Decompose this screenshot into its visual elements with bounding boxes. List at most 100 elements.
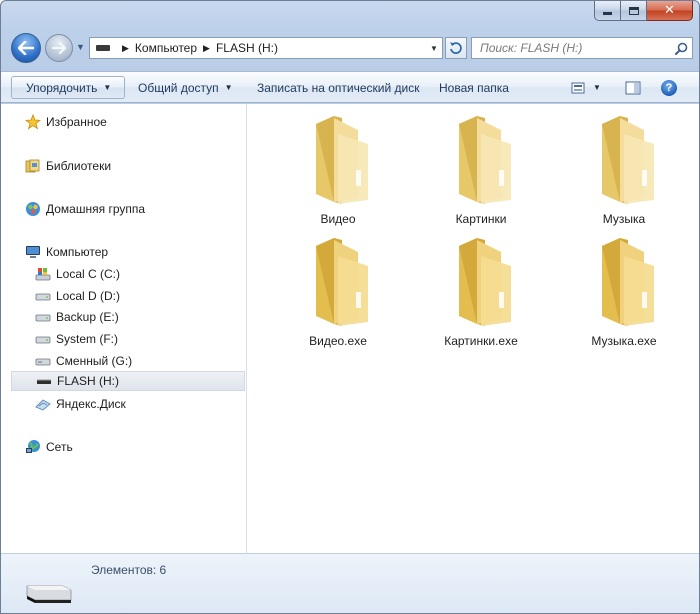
caption-buttons: ✕	[594, 1, 693, 21]
sidebar-item-label: Домашняя группа	[46, 202, 146, 216]
preview-pane-icon	[625, 81, 641, 94]
share-label: Общий доступ	[138, 80, 219, 95]
address-bar[interactable]: ▶ Компьютер ▶ FLASH (H:) ▼	[89, 37, 443, 59]
organize-button[interactable]: Упорядочить ▼	[11, 76, 126, 99]
folder-item-video-exe[interactable]: Видео.exe	[278, 232, 398, 352]
drive-icon	[35, 288, 51, 304]
sidebar-item-label: Яндекс.Диск	[56, 397, 126, 411]
removable-drive-icon	[35, 353, 51, 369]
search-input[interactable]	[472, 39, 670, 57]
maximize-button[interactable]	[621, 1, 647, 21]
sidebar-item-libraries[interactable]: Библиотеки	[25, 156, 245, 176]
file-name: Музыка.exe	[591, 334, 657, 348]
navigation-bar: ▼ ▶ Компьютер ▶ FLASH (H:) ▼	[9, 33, 693, 63]
refresh-button[interactable]	[445, 37, 467, 59]
sidebar-item-drive-e[interactable]: Backup (E:)	[35, 307, 245, 327]
sidebar-item-drive-h[interactable]: FLASH (H:)	[11, 371, 245, 391]
drive-icon	[96, 45, 110, 51]
arrow-right-icon	[52, 42, 66, 54]
computer-icon	[25, 244, 41, 260]
sidebar-item-drive-d[interactable]: Local D (D:)	[35, 286, 245, 306]
folder-item-pictures[interactable]: Картинки	[421, 110, 541, 230]
folder-icon	[602, 116, 654, 204]
file-list[interactable]: Видео Картинки Музыка Видео.exe Картинки…	[248, 104, 699, 553]
minimize-icon	[603, 12, 612, 15]
file-name: Видео	[320, 212, 356, 226]
maximize-icon	[628, 6, 639, 15]
folder-icon	[316, 238, 368, 326]
file-name: Картинки.exe	[444, 334, 518, 348]
usb-drive-icon	[26, 585, 72, 603]
folder-icon	[459, 238, 511, 326]
navigation-pane[interactable]: Избранное Библиотеки Домашняя группа Ком…	[1, 104, 247, 553]
sidebar-item-drive-f[interactable]: System (F:)	[35, 329, 245, 349]
new-folder-button[interactable]: Новая папка	[429, 76, 519, 99]
change-view-button[interactable]: ▼	[567, 76, 605, 99]
burn-disc-button[interactable]: Записать на оптический диск	[247, 76, 430, 99]
breadcrumb-separator-icon[interactable]: ▶	[203, 43, 210, 54]
close-icon: ✕	[664, 3, 675, 18]
history-dropdown-icon[interactable]: ▼	[76, 42, 85, 52]
file-name: Видео.exe	[309, 334, 367, 348]
usb-drive-icon	[36, 373, 52, 389]
sidebar-item-favorites[interactable]: Избранное	[25, 112, 245, 132]
search-icon[interactable]	[670, 38, 692, 58]
details-pane: Элементов: 6	[1, 553, 699, 613]
back-button[interactable]	[11, 33, 41, 63]
breadcrumb-separator-icon[interactable]: ▶	[122, 43, 129, 54]
sidebar-item-label: Local C (C:)	[56, 267, 121, 281]
folder-item-music-exe[interactable]: Музыка.exe	[564, 232, 684, 352]
preview-pane-button[interactable]	[621, 76, 645, 99]
libraries-icon	[25, 158, 41, 174]
organize-label: Упорядочить	[26, 80, 98, 95]
homegroup-icon	[25, 201, 41, 217]
system-drive-icon	[35, 266, 51, 282]
view-icon	[571, 82, 585, 93]
sidebar-item-label: Избранное	[46, 115, 107, 129]
explorer-window: ✕ ▼ ▶ Компьютер ▶ FLASH (H:) ▼ Поиск: FL…	[0, 0, 700, 614]
sidebar-item-label: FLASH (H:)	[57, 374, 120, 388]
drive-icon	[35, 309, 51, 325]
sidebar-item-drive-g[interactable]: Сменный (G:)	[35, 351, 245, 371]
search-box[interactable]	[471, 37, 693, 59]
chevron-down-icon: ▼	[103, 83, 112, 92]
help-button[interactable]: ?	[657, 76, 681, 99]
close-button[interactable]: ✕	[647, 1, 693, 21]
breadcrumb-computer[interactable]: Компьютер	[135, 41, 197, 55]
help-icon: ?	[661, 79, 677, 96]
folder-item-pictures-exe[interactable]: Картинки.exe	[421, 232, 541, 352]
sidebar-item-homegroup[interactable]: Домашняя группа	[25, 199, 245, 219]
sidebar-item-computer[interactable]: Компьютер	[25, 242, 245, 262]
refresh-icon	[450, 42, 462, 54]
sidebar-item-label: Backup (E:)	[56, 310, 119, 324]
items-count: Элементов: 6	[91, 563, 167, 577]
folder-icon	[316, 116, 368, 204]
yandex-disk-icon	[35, 396, 51, 412]
breadcrumb-flash-drive[interactable]: FLASH (H:)	[216, 41, 278, 55]
folder-item-music[interactable]: Музыка	[564, 110, 684, 230]
minimize-button[interactable]	[594, 1, 621, 21]
folder-icon	[459, 116, 511, 204]
network-icon	[25, 439, 41, 455]
content-area: Избранное Библиотеки Домашняя группа Ком…	[1, 104, 699, 553]
chevron-down-icon: ▼	[224, 83, 233, 92]
share-button[interactable]: Общий доступ ▼	[128, 76, 243, 99]
chevron-down-icon: ▼	[593, 83, 601, 92]
star-icon	[25, 114, 41, 130]
sidebar-item-drive-c[interactable]: Local C (C:)	[35, 264, 245, 284]
sidebar-item-label: System (F:)	[56, 332, 118, 346]
drive-icon	[35, 331, 51, 347]
address-dropdown-icon[interactable]: ▼	[426, 38, 442, 58]
arrow-left-icon	[18, 41, 34, 55]
folder-item-video[interactable]: Видео	[278, 110, 398, 230]
sidebar-item-yandex-disk[interactable]: Яндекс.Диск	[35, 394, 245, 414]
burn-disc-label: Записать на оптический диск	[257, 80, 420, 95]
sidebar-item-label: Сменный (G:)	[56, 354, 133, 368]
command-bar: Упорядочить ▼ Общий доступ ▼ Записать на…	[1, 71, 699, 103]
sidebar-item-network[interactable]: Сеть	[25, 437, 245, 457]
forward-button[interactable]	[45, 34, 73, 62]
folder-icon	[602, 238, 654, 326]
sidebar-item-label: Local D (D:)	[56, 289, 121, 303]
file-name: Музыка	[602, 212, 646, 226]
file-name: Картинки	[455, 212, 507, 226]
